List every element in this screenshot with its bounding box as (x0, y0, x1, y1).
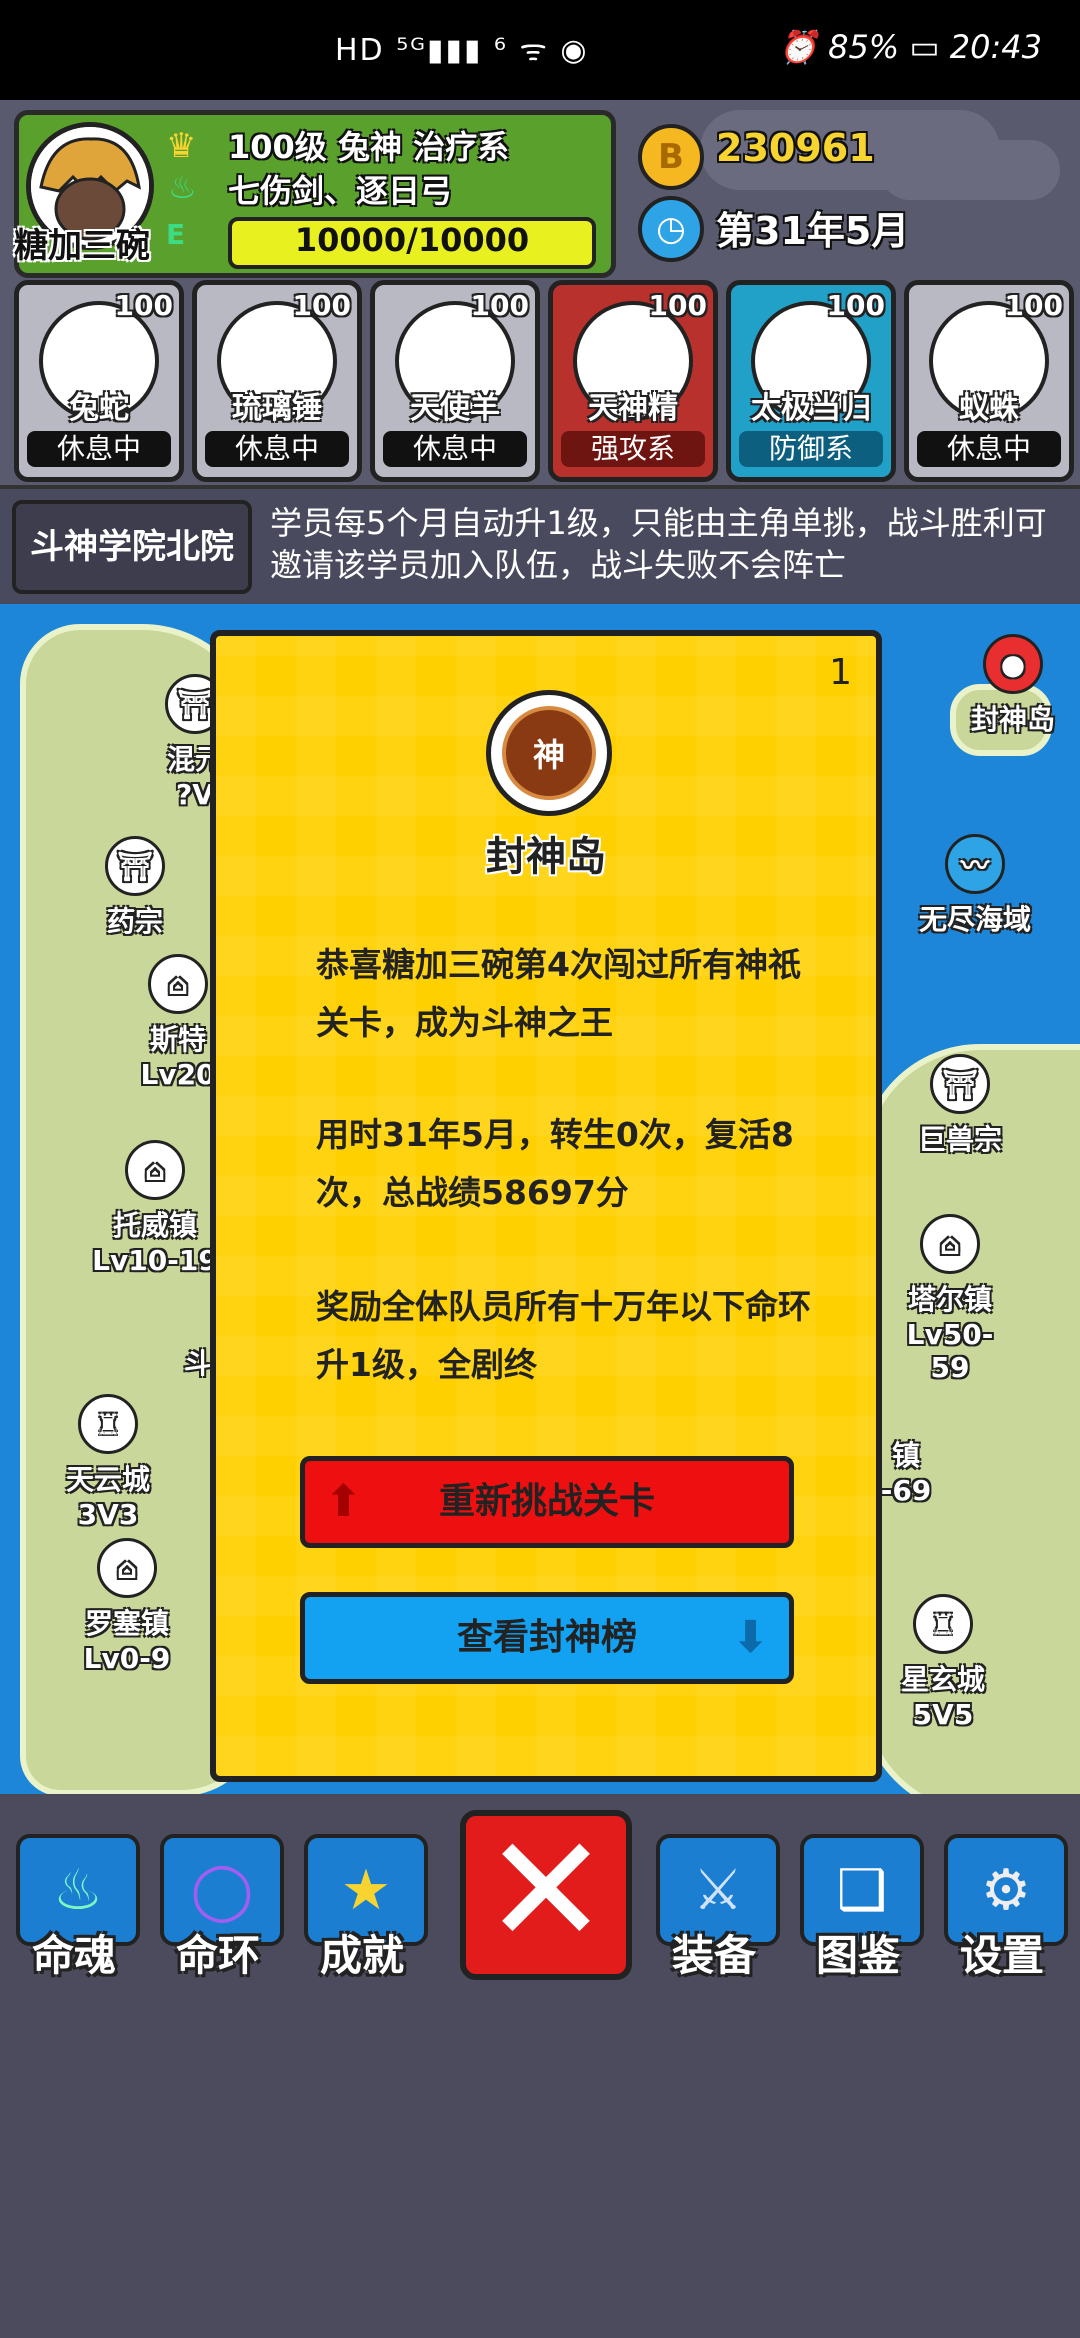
team-member-card[interactable]: 100 天神精 强攻系 (548, 280, 718, 482)
dialog-paragraph: 用时31年5月，转生0次，复活8次，总战绩58697分 (316, 1115, 794, 1212)
team-member-name: 天神精 (588, 391, 678, 426)
dialog-counter: 1 (829, 652, 852, 693)
team-member-card[interactable]: 100 天使羊 休息中 (370, 280, 540, 482)
clock-icon: ◷ (638, 196, 704, 262)
team-member-level: 100 (1004, 289, 1063, 322)
castle-icon: ♜ (78, 1394, 138, 1454)
spirit-flame-icon: ♨ (168, 168, 197, 206)
nav-soul-button[interactable]: ♨ 命魂 (16, 1834, 140, 1980)
team-member-card[interactable]: 100 蚁蛛 休息中 (904, 280, 1074, 482)
dialog-title: 封神岛 (486, 834, 606, 880)
team-member-name: 琉璃锤 (232, 391, 322, 426)
map-location[interactable]: ♜ 天云城 3V3 (58, 1394, 158, 1531)
crown-icon: ♛ (166, 126, 197, 166)
map-location[interactable]: 镇 -69 (876, 1434, 936, 1507)
town-icon: ⌂ (920, 1214, 980, 1274)
clock-time: 20:43 (949, 28, 1042, 66)
game-date: 第31年5月 (716, 209, 910, 253)
nav-achievement-button[interactable]: ★ 成就 (304, 1834, 428, 1980)
map-location[interactable]: ● 封神岛 (958, 634, 1068, 738)
status-bar: HD ⁵ᴳ▮▮▮ ⁶ ᯤ ◉ ⏰ 85% ▭ 20:43 (0, 0, 1080, 100)
map-location[interactable]: 斗 (184, 1342, 212, 1382)
team-member-level: 100 (470, 289, 529, 322)
battery-percent: 85% (828, 28, 900, 66)
team-member-status: 防御系 (739, 431, 883, 467)
map-location[interactable]: ♜ 星玄城 5V5 (888, 1594, 998, 1731)
map-location[interactable]: ⌂ 托威镇 Lv10-19 (90, 1140, 220, 1277)
team-member-status: 休息中 (383, 431, 527, 467)
nav-ring-button[interactable]: ◯ 命环 (160, 1834, 284, 1980)
map-location[interactable]: ⌂ 斯特 Lv20 (138, 954, 218, 1091)
alarm-icon: ⏰ (778, 28, 818, 66)
map-location[interactable]: ⛩ 药宗 (90, 836, 180, 940)
team-member-status: 强攻系 (561, 431, 705, 467)
status-right: ⏰ 85% ▭ 20:43 (778, 28, 1042, 66)
map-location[interactable]: 〰 无尽海域 (910, 834, 1040, 938)
map-location[interactable]: ⌂ 罗塞镇 Lv0-9 (72, 1538, 182, 1675)
castle-icon: ♜ (913, 1594, 973, 1654)
hp-label-icon: E (166, 218, 186, 251)
hp-text: 10000/10000 (294, 221, 530, 259)
team-member-card[interactable]: 100 太极当归 防御系 (726, 280, 896, 482)
nav-codex-button[interactable]: ❑ 图鉴 (800, 1834, 924, 1980)
team-member-status: 休息中 (27, 431, 171, 467)
team-member-status: 休息中 (205, 431, 349, 467)
view-ranking-button[interactable]: 查看封神榜 ⬇ (300, 1592, 794, 1684)
team-member-name: 天使羊 (410, 391, 500, 426)
team-member-status: 休息中 (917, 431, 1061, 467)
wave-icon: 〰 (945, 834, 1005, 894)
nav-equipment-button[interactable]: ⚔ 装备 (656, 1834, 780, 1980)
dialog-paragraph: 奖励全体队员所有十万年以下命环升1级，全剧终 (316, 1287, 811, 1384)
location-pin-icon: ● (983, 634, 1043, 694)
academy-button[interactable]: 斗神学院北院 (12, 500, 252, 594)
team-member-level: 100 (826, 289, 885, 322)
academy-description: 学员每5个月自动升1级，只能由主角单挑，战斗胜利可邀请该学员加入队伍，战斗失败不… (270, 504, 1047, 584)
retry-challenge-button[interactable]: ⬆ 重新挑战关卡 (300, 1456, 794, 1548)
map-location[interactable]: ⌂ 塔尔镇 Lv50-59 (890, 1214, 1010, 1384)
team-member-name: 蚁蛛 (959, 391, 1019, 426)
town-icon: ⌂ (125, 1140, 185, 1200)
team-member-card[interactable]: 100 兔蛇 休息中 (14, 280, 184, 482)
status-icons: HD ⁵ᴳ▮▮▮ ⁶ ᯤ ◉ (335, 33, 589, 68)
nav-settings-button[interactable]: ⚙ 设置 (944, 1834, 1068, 1980)
sect-icon: ⛩ (105, 836, 165, 896)
down-arrow-icon: ⬇ (732, 1612, 769, 1663)
team-member-level: 100 (114, 289, 173, 322)
up-arrow-icon: ⬆ (325, 1476, 362, 1527)
player-name: 糖加三碗 (14, 226, 150, 266)
map-location[interactable]: ⛩ 巨兽宗 (910, 1054, 1010, 1158)
player-level-title: 100级 兔神 治疗系 (228, 128, 510, 166)
god-emblem-icon: 神 (486, 690, 612, 816)
victory-dialog: 1 神 封神岛 恭喜糖加三碗第4次闯过所有神祇关卡，成为斗神之王 用时31年5月… (210, 630, 882, 1782)
team-member-card[interactable]: 100 琉璃锤 休息中 (192, 280, 362, 482)
gold-amount: 230961 (716, 126, 875, 170)
sect-icon: ⛩ (930, 1054, 990, 1114)
gold-coin-icon: B (638, 124, 704, 190)
town-icon: ⌂ (148, 954, 208, 1014)
dialog-paragraph: 恭喜糖加三碗第4次闯过所有神祇关卡，成为斗神之王 (316, 945, 801, 1042)
player-weapons: 七伤剑、逐日弓 (228, 172, 453, 210)
team-member-level: 100 (648, 289, 707, 322)
battery-icon: ▭ (909, 28, 940, 66)
team-member-level: 100 (292, 289, 351, 322)
team-member-name: 太极当归 (751, 391, 871, 426)
town-icon: ⌂ (97, 1538, 157, 1598)
close-button[interactable]: ✕ (460, 1810, 632, 1980)
team-member-name: 兔蛇 (69, 391, 129, 426)
